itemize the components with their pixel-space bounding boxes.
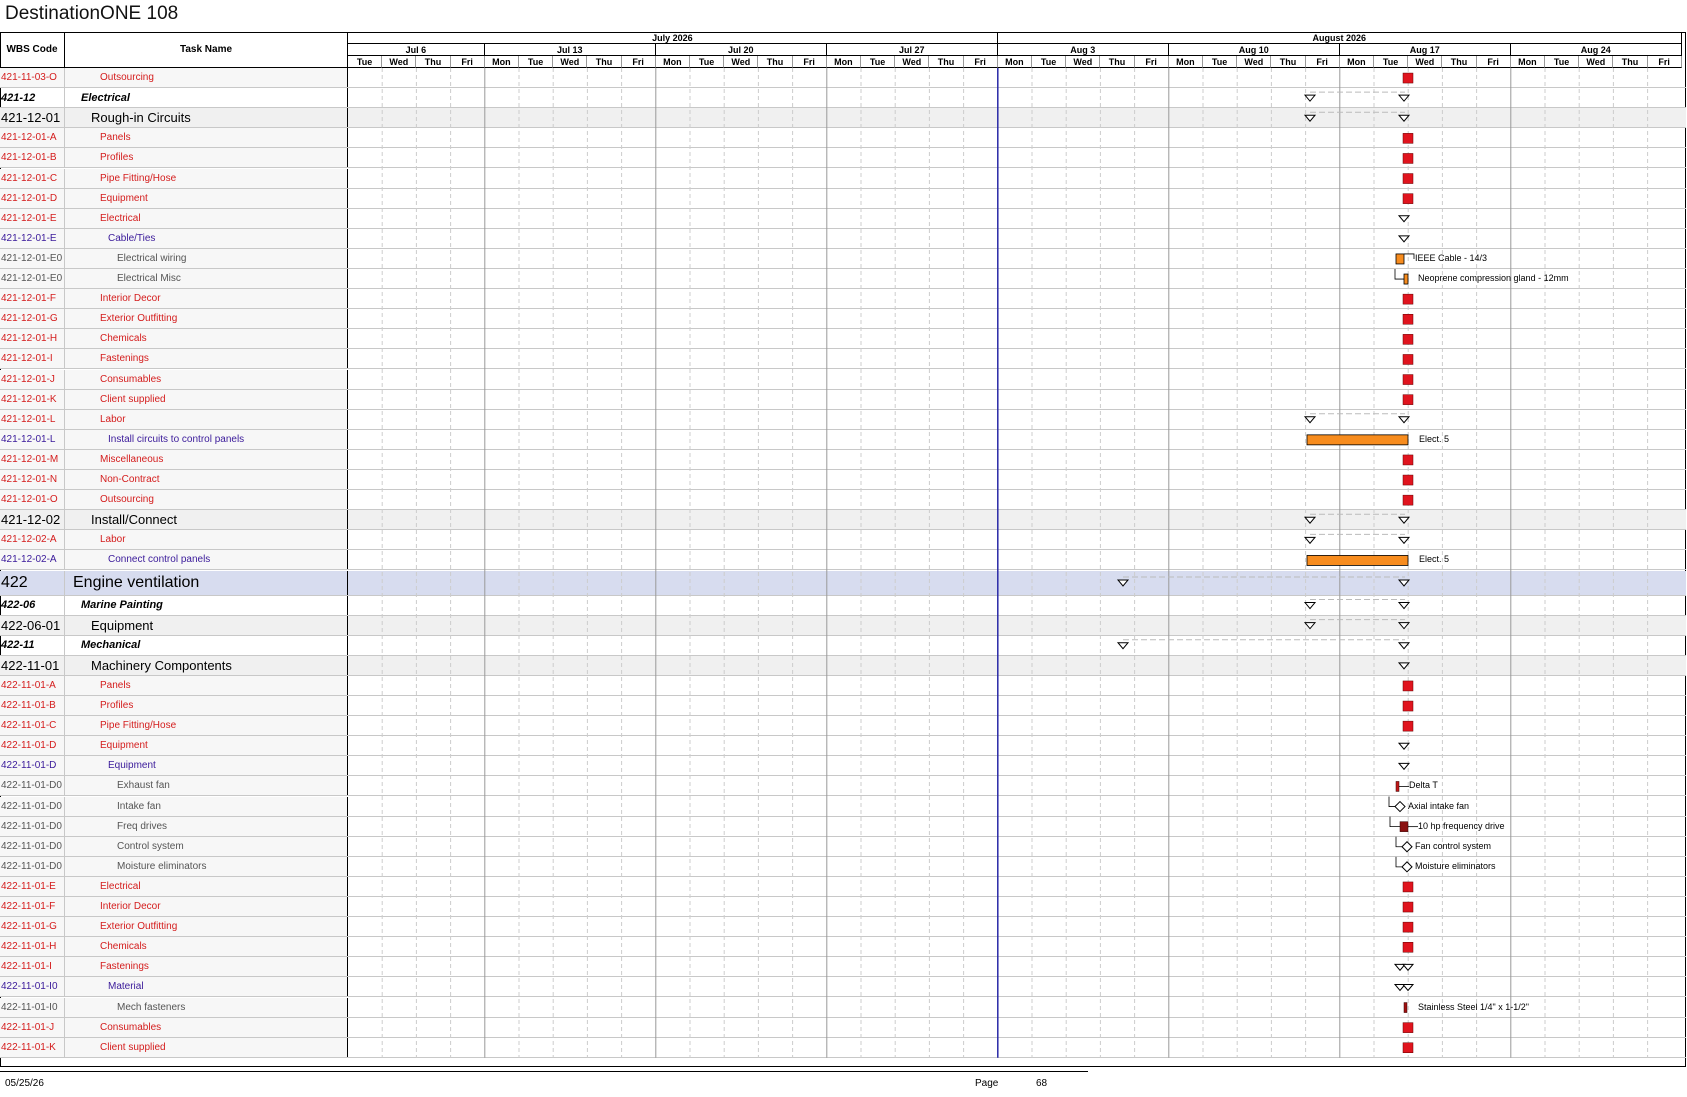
dependency-link — [1389, 816, 1400, 828]
task-bar — [1395, 253, 1405, 265]
bar-label: 10 hp frequency drive — [1418, 820, 1505, 831]
summary-start-marker — [1303, 114, 1317, 123]
summary-end-marker — [1397, 114, 1411, 123]
summary-start-marker — [1303, 94, 1317, 102]
summary-start-marker — [1116, 642, 1130, 650]
summary-end-marker — [1397, 516, 1411, 525]
task-bar — [1399, 821, 1409, 832]
summary-end-marker — [1397, 579, 1411, 587]
milestone-square — [1402, 494, 1414, 506]
summary-end-marker — [1397, 94, 1411, 102]
task-bar — [1395, 781, 1400, 792]
footer-page-number: 68 — [1036, 1078, 1048, 1089]
footer-divider — [0, 1071, 1088, 1072]
bar-label: Delta T — [1409, 780, 1438, 791]
summary-end-marker — [1401, 963, 1415, 972]
summary-marker — [1397, 742, 1411, 751]
milestone-square — [1402, 173, 1414, 184]
summary-marker — [1397, 762, 1411, 771]
milestone-square — [1402, 700, 1414, 712]
milestone-square — [1402, 1042, 1414, 1053]
milestone-square — [1402, 680, 1414, 692]
milestone-square — [1402, 72, 1414, 84]
task-bar — [1306, 555, 1409, 566]
milestone-square — [1402, 720, 1414, 732]
summary-end-marker — [1397, 536, 1411, 545]
summary-marker — [1397, 235, 1411, 243]
milestone-square — [1402, 921, 1414, 933]
milestone-square — [1402, 881, 1414, 893]
bar-label: IEEE Cable - 14/3 — [1415, 252, 1488, 263]
milestone-square — [1402, 474, 1414, 486]
summary-end-marker — [1397, 416, 1411, 424]
milestone-square — [1402, 942, 1414, 953]
task-bar — [1403, 1002, 1408, 1013]
milestone-diamond — [1394, 800, 1406, 813]
summary-end-marker — [1397, 602, 1411, 610]
task-bar — [1403, 273, 1409, 285]
milestone-square — [1402, 454, 1414, 466]
bar-label: Moisture eliminators — [1415, 860, 1496, 871]
bar-label: Stainless Steel 1/4" x 1-1/2" — [1418, 1001, 1529, 1012]
milestone-square — [1402, 193, 1414, 204]
bar-label: Elect. 5 — [1419, 433, 1450, 444]
summary-end-marker — [1397, 642, 1411, 650]
bar-label: Axial intake fan — [1408, 800, 1470, 811]
summary-start-marker — [1116, 579, 1130, 587]
summary-marker — [1397, 215, 1411, 223]
milestone-diamond — [1401, 841, 1413, 853]
gantt-chart-area — [381, 68, 1649, 1058]
bar-label: Elect. 5 — [1419, 554, 1450, 565]
dependency-link — [1388, 796, 1395, 807]
milestone-square — [1402, 374, 1414, 385]
dependency-link — [1395, 836, 1402, 848]
summary-start-marker — [1303, 536, 1317, 545]
milestone-square — [1402, 901, 1414, 913]
milestone-square — [1402, 153, 1414, 164]
summary-start-marker — [1303, 416, 1317, 424]
task-bar — [1306, 434, 1409, 446]
dependency-link — [1395, 856, 1402, 868]
footer-page-label: Page — [975, 1078, 999, 1089]
dependency-link — [1394, 269, 1404, 280]
milestone-square — [1402, 1022, 1414, 1033]
dependency-link — [1404, 253, 1415, 259]
milestone-diamond — [1401, 861, 1413, 873]
summary-end-marker — [1401, 983, 1415, 992]
summary-start-marker — [1303, 516, 1317, 525]
summary-start-marker — [1303, 602, 1317, 610]
bar-label: Neoprene compression gland - 12mm — [1418, 273, 1569, 284]
footer-date: 05/25/26 — [5, 1078, 44, 1089]
summary-marker — [1397, 662, 1411, 670]
milestone-square — [1402, 394, 1414, 405]
summary-end-marker — [1397, 622, 1411, 630]
summary-start-marker — [1303, 622, 1317, 630]
milestone-square — [1402, 354, 1414, 365]
milestone-square — [1402, 314, 1414, 325]
milestone-square — [1402, 133, 1414, 144]
milestone-square — [1402, 334, 1414, 345]
bar-label: Fan control system — [1415, 840, 1492, 851]
milestone-square — [1402, 293, 1414, 305]
